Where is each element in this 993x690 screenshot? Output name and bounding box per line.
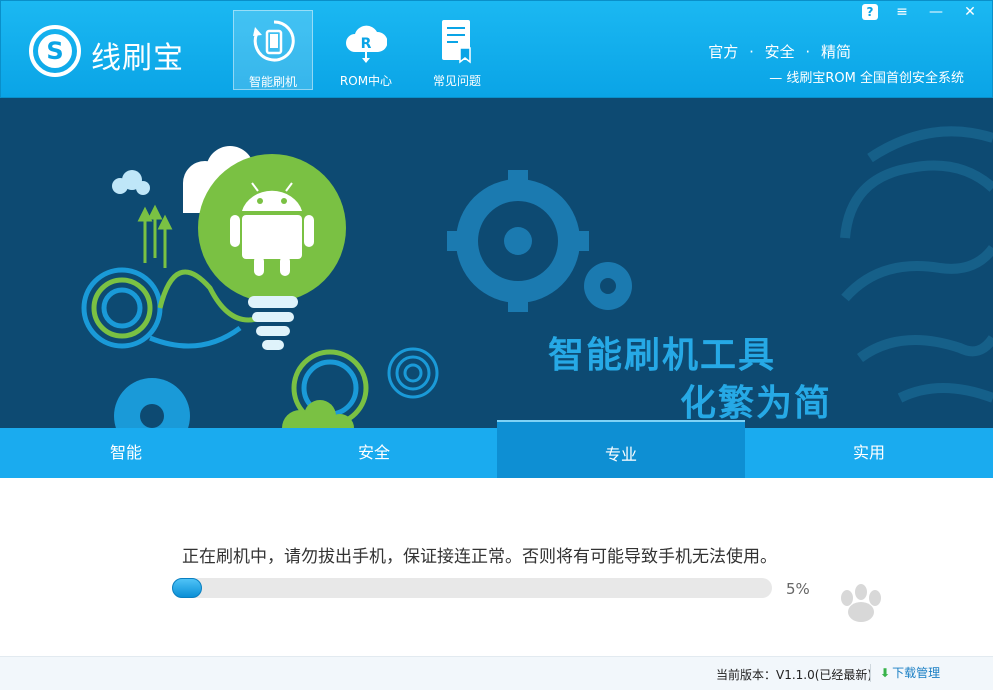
footer-divider [870, 664, 871, 682]
link-separator: · [749, 43, 754, 61]
status-message: 正在刷机中，请勿拔出手机，保证接连正常。否则将有可能导致手机无法使用。 [182, 547, 777, 567]
feature-tabs: 智能 安全 专业 实用 [0, 420, 993, 478]
official-links: 官方 · 安全 · 精简 [705, 41, 854, 62]
progress-bar [172, 578, 772, 598]
banner-title: 智能刷机工具 [548, 335, 777, 376]
minimize-button[interactable]: — [926, 3, 946, 21]
nav-rom-center[interactable]: R ROM中心 [326, 10, 406, 90]
help-button[interactable]: ? [862, 4, 878, 20]
download-manager-button[interactable]: ⬇ 下载管理 [880, 664, 940, 681]
link-separator: · [805, 43, 811, 61]
cloud-rom-icon: R [346, 25, 387, 63]
status-bar: 当前版本：V1.1.0(已经最新) ⬇ 下载管理 [0, 656, 993, 690]
menu-button[interactable]: ≡ [892, 3, 912, 21]
gear-icon [447, 170, 589, 312]
small-cloud-icon [112, 170, 150, 195]
small-gear-icon [584, 262, 632, 310]
promo-banner: 智能刷机工具 化繁为简 [0, 98, 993, 428]
slogan: — 线刷宝ROM 全国首创安全系统 [769, 71, 964, 86]
nav-label: ROM中心 [339, 74, 393, 88]
nav-label: 常见问题 [432, 74, 481, 88]
bottom-gear-icon [114, 378, 190, 428]
nav-label: 智能刷机 [248, 75, 297, 89]
faq-document-icon [442, 20, 471, 64]
version-label: 当前版本：V1.1.0(已经最新) [716, 668, 873, 682]
nav-smart-flash[interactable]: 智能刷机 [233, 10, 313, 90]
title-bar: S 线刷宝 智能刷机 R ROM中心 常见问题 官方 · 安全 · 精简 — 线… [0, 0, 993, 98]
banner-subtitle: 化繁为简 [680, 383, 833, 424]
brain-icon [840, 126, 993, 403]
progress-fill [172, 578, 202, 598]
arrows-icon [137, 204, 173, 268]
logo-icon: S [29, 25, 81, 77]
banner-illustration [81, 126, 993, 428]
baidu-watermark [841, 584, 881, 622]
tab-practical[interactable]: 实用 [745, 428, 993, 478]
download-arrow-icon: ⬇ [880, 666, 891, 680]
logo-letter: S [46, 37, 63, 65]
link-security[interactable]: 安全 [765, 43, 795, 61]
flash-progress-panel: 正在刷机中，请勿拔出手机，保证接连正常。否则将有可能导致手机无法使用。 5% [0, 478, 993, 656]
svg-text:R: R [361, 36, 372, 52]
nav-faq[interactable]: 常见问题 [417, 10, 497, 90]
target-icon [387, 347, 439, 399]
download-label: 下载管理 [892, 666, 941, 680]
link-lite[interactable]: 精简 [821, 43, 851, 61]
phone-refresh-icon [253, 20, 295, 62]
app-title: 线刷宝 [91, 41, 184, 76]
tab-security[interactable]: 安全 [250, 428, 498, 478]
bush-icon [282, 400, 354, 428]
close-button[interactable]: ✕ [960, 3, 980, 21]
link-official[interactable]: 官方 [708, 43, 738, 61]
paw-icon [841, 584, 881, 622]
tab-smart[interactable]: 智能 [2, 428, 250, 478]
tab-professional[interactable]: 专业 [497, 420, 745, 478]
